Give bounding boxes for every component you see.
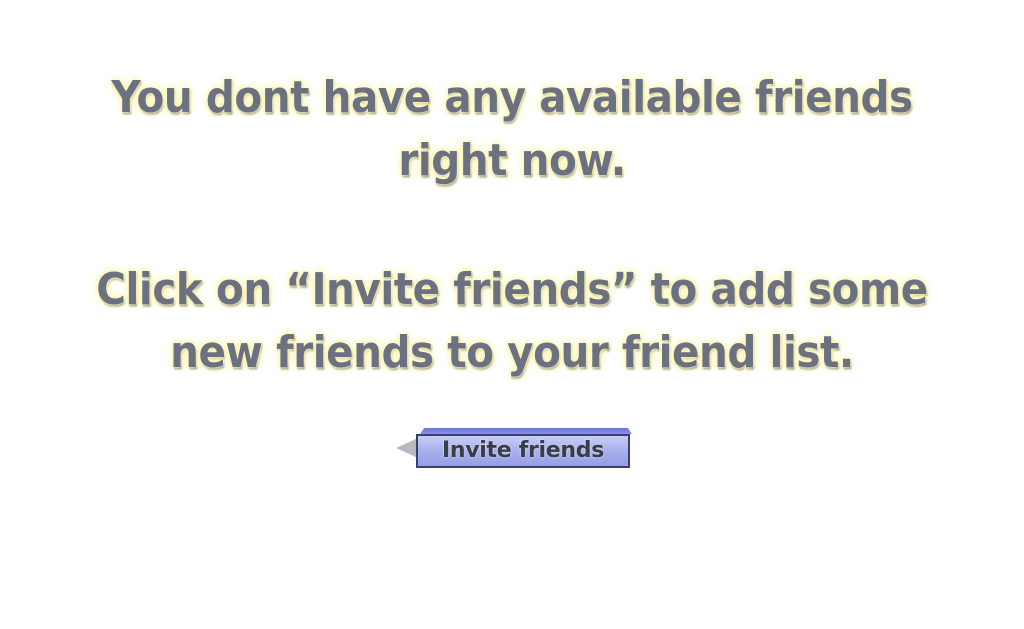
invite-button-shadow <box>396 438 418 458</box>
no-friends-message: You dont have any available friends righ… <box>41 66 983 192</box>
invite-friends-button-group: Invite friends <box>396 428 636 474</box>
invite-instruction-line-2: new friends to your friend list. <box>170 327 854 378</box>
invite-friends-button[interactable]: Invite friends <box>416 434 630 468</box>
invite-instruction-message: Click on “Invite friends” to add some ne… <box>41 258 983 384</box>
no-friends-message-line-2: right now. <box>398 135 626 186</box>
friends-empty-screen: You dont have any available friends righ… <box>0 0 1024 629</box>
invite-instruction-line-1: Click on “Invite friends” to add some <box>96 264 928 315</box>
no-friends-message-line-1: You dont have any available friends <box>111 72 913 123</box>
